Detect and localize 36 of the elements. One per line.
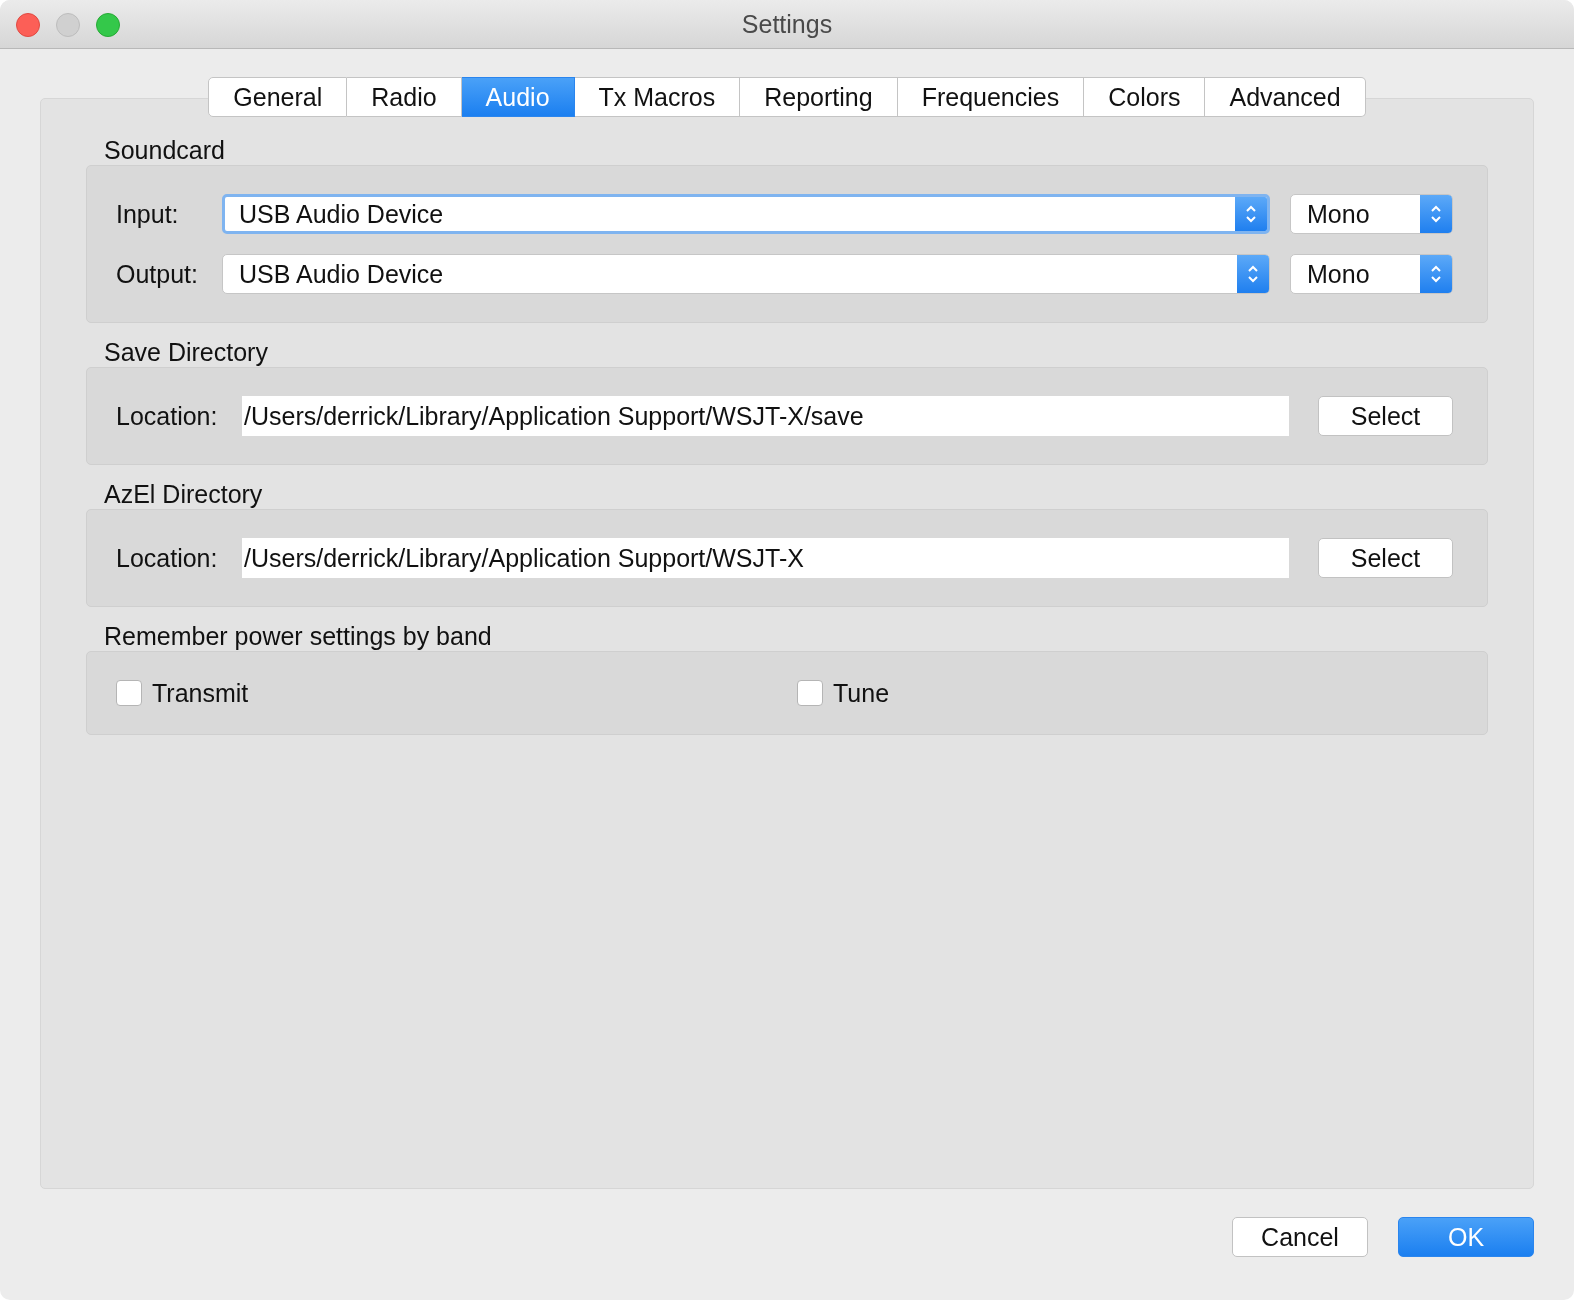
tab[interactable]: Radio — [347, 77, 462, 117]
channel-dropdown[interactable]: Mono — [1290, 254, 1453, 294]
select-button[interactable]: Select — [1318, 538, 1453, 578]
stepper-icon — [1420, 255, 1452, 293]
zoom-icon[interactable] — [96, 13, 120, 37]
tab[interactable]: Frequencies — [897, 77, 1085, 117]
tab[interactable]: General — [208, 77, 348, 117]
group-title: Remember power settings by band — [104, 621, 493, 651]
checkbox-label: Transmit — [152, 678, 249, 708]
select-button[interactable]: Select — [1318, 396, 1453, 436]
field-label: Location: — [116, 401, 219, 431]
checkbox[interactable] — [116, 680, 142, 706]
tab[interactable]: Reporting — [740, 77, 898, 117]
field-label: Input: — [116, 199, 180, 229]
path-field[interactable]: /Users/derrick/Library/Application Support/WSJT-X — [242, 538, 1289, 578]
window-title: Settings — [741, 9, 833, 39]
tab[interactable]: Advanced — [1205, 77, 1366, 117]
stepper-icon — [1420, 195, 1452, 233]
device-dropdown[interactable]: USB Audio Device — [222, 254, 1270, 294]
tab[interactable]: Colors — [1084, 77, 1206, 117]
stepper-icon — [1235, 197, 1267, 231]
field-label: Location: — [116, 543, 219, 573]
channel-dropdown[interactable]: Mono — [1290, 194, 1453, 234]
field-label: Output: — [116, 259, 199, 289]
group-title: Soundcard — [104, 135, 226, 165]
close-icon[interactable] — [16, 13, 40, 37]
path-field[interactable]: /Users/derrick/Library/Application Support/WSJT-X/save — [242, 396, 1289, 436]
cancel-button[interactable]: Cancel — [1232, 1217, 1368, 1257]
stepper-icon — [1237, 255, 1269, 293]
checkbox-label: Tune — [833, 678, 890, 708]
device-dropdown[interactable]: USB Audio Device — [222, 194, 1270, 234]
checkbox[interactable] — [797, 680, 823, 706]
group-title: AzEl Directory — [104, 479, 264, 509]
tab[interactable]: Tx Macros — [574, 77, 741, 117]
group-title: Save Directory — [104, 337, 269, 367]
minimize-icon[interactable] — [56, 13, 80, 37]
